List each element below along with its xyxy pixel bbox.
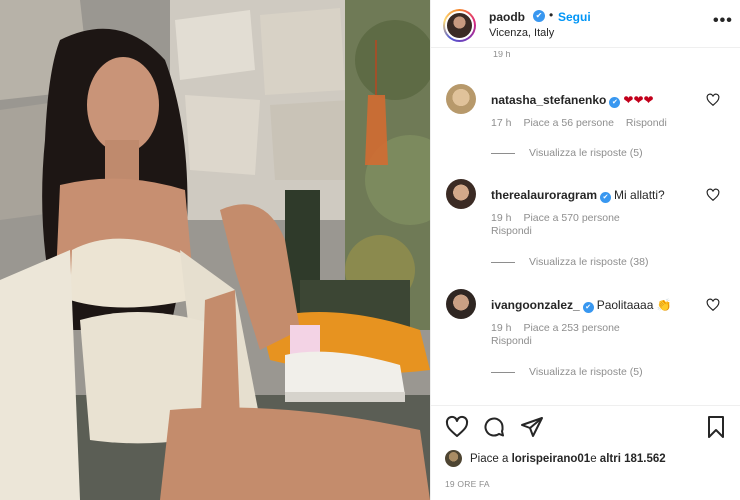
comment-meta: 17 h Piace a 56 persone Rispondi: [491, 117, 679, 129]
comment-like-heart-icon[interactable]: [706, 298, 720, 312]
comment-meta: 19 h Piace a 570 persone: [491, 212, 632, 224]
share-icon[interactable]: [520, 415, 544, 439]
comment-emoji: ❤❤❤: [623, 93, 654, 107]
likes-middle: e: [590, 452, 597, 465]
comment-like-heart-icon[interactable]: [706, 93, 720, 107]
location-link[interactable]: Vicenza, Italy: [489, 27, 554, 39]
instagram-post: paodb ✔ • Segui Vicenza, Italy ••• 19 h …: [0, 0, 740, 500]
comments-list[interactable]: 19 h natasha_stefanenko ✔ ❤❤❤ 17 h Piace a …: [431, 49, 740, 405]
follow-button[interactable]: Segui: [558, 10, 591, 24]
comment-line: therealauroragram ✔ Mi allatti?: [491, 188, 665, 203]
view-replies-button[interactable]: Visualizza le risposte (38): [491, 256, 648, 268]
reply-button[interactable]: Rispondi: [491, 225, 532, 237]
commenter-avatar[interactable]: [446, 179, 476, 209]
replies-divider-line: [491, 152, 515, 154]
comment-time: 17 h: [491, 117, 512, 129]
comment-line: ivangoonzalez_ ✔ Paolitaaaa 👏: [491, 298, 672, 313]
view-replies-button[interactable]: Visualizza le risposte (5): [491, 366, 643, 378]
author-avatar[interactable]: [445, 11, 474, 40]
view-replies-label[interactable]: Visualizza le risposte (5): [529, 147, 643, 159]
commenter-username[interactable]: ivangoonzalez_: [491, 298, 580, 312]
comment-likes-count[interactable]: Piace a 253 persone: [523, 322, 619, 334]
comment-likes-count[interactable]: Piace a 56 persone: [523, 117, 613, 129]
likes-prefix: Piace a: [470, 452, 509, 465]
post-time-ago[interactable]: 19 ORE FA: [445, 479, 490, 489]
verified-badge-icon: ✔: [609, 97, 621, 108]
commenter-username[interactable]: therealauroragram: [491, 188, 597, 202]
liker-username[interactable]: lorispeirano01: [512, 453, 591, 465]
replies-divider-line: [491, 261, 515, 263]
heart-icon[interactable]: [445, 415, 469, 439]
comment-text: Paolitaaaa: [596, 298, 654, 312]
comment-time: 19 h: [491, 322, 512, 334]
reply-button[interactable]: Rispondi: [491, 335, 532, 347]
likes-others-count[interactable]: altri 181.562: [600, 453, 666, 465]
comment-emoji: 👏: [656, 298, 672, 312]
post-photo[interactable]: [0, 0, 430, 500]
header-separator: •: [549, 8, 554, 22]
verified-badge-icon: ✔: [582, 302, 594, 313]
cut-off-timestamp: 19 h: [493, 51, 511, 59]
bookmark-icon[interactable]: [704, 415, 728, 439]
view-replies-label[interactable]: Visualizza le risposte (38): [529, 256, 648, 268]
post-sidebar: paodb ✔ • Segui Vicenza, Italy ••• 19 h …: [430, 0, 740, 500]
post-actions: Piace a lorispeirano01 e altri 181.562 1…: [431, 405, 740, 500]
comment-icon[interactable]: [482, 415, 506, 439]
commenter-username[interactable]: natasha_stefanenko: [491, 93, 606, 107]
replies-divider-line: [491, 371, 515, 373]
more-options-icon[interactable]: •••: [713, 12, 733, 30]
author-username[interactable]: paodb: [489, 10, 525, 24]
verified-badge-icon: ✔: [533, 10, 545, 22]
likes-summary[interactable]: Piace a lorispeirano01 e altri 181.562: [445, 450, 666, 467]
comment-meta: 19 h Piace a 253 persone: [491, 322, 632, 334]
comment-like-heart-icon[interactable]: [706, 188, 720, 202]
view-replies-button[interactable]: Visualizza le risposte (5): [491, 147, 643, 159]
comment-time: 19 h: [491, 212, 512, 224]
comment-line: natasha_stefanenko ✔ ❤❤❤: [491, 93, 654, 108]
commenter-avatar[interactable]: [446, 84, 476, 114]
verified-badge-icon: ✔: [600, 192, 612, 203]
comment-text: Mi allatti?: [614, 188, 665, 202]
reply-button[interactable]: Rispondi: [626, 117, 667, 129]
post-header: paodb ✔ • Segui Vicenza, Italy •••: [431, 0, 740, 48]
commenter-avatar[interactable]: [446, 289, 476, 319]
liker-avatar[interactable]: [445, 450, 462, 467]
view-replies-label[interactable]: Visualizza le risposte (5): [529, 366, 643, 378]
comment-likes-count[interactable]: Piace a 570 persone: [523, 212, 619, 224]
post-image-illustration: [0, 0, 430, 500]
story-ring[interactable]: [443, 9, 476, 42]
